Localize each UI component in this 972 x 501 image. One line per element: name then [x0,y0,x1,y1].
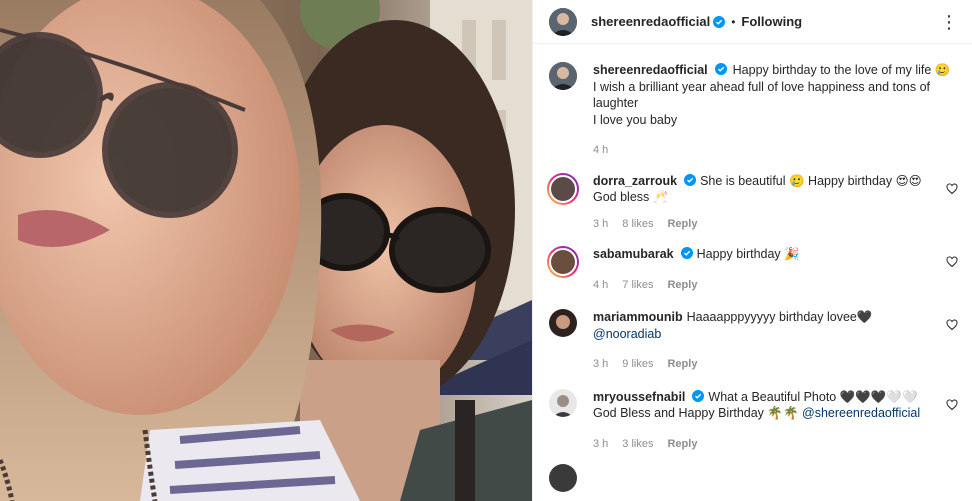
caption: shereenredaofficial Happy birthday to the… [549,62,958,159]
comment-likes[interactable]: 7 likes [622,277,653,294]
heart-icon[interactable] [946,398,958,411]
caption-line-3: I love you baby [593,112,678,127]
comment-text: Haaaapppyyyyy birthday lovee🖤 [686,310,873,324]
heart-icon[interactable] [946,256,958,268]
verified-badge-icon [713,15,726,28]
comment-item: dorra_zarrouk She is beautiful 🥲 Happy bi… [547,172,958,233]
post-photo[interactable] [0,0,532,501]
reply-button[interactable]: Reply [667,216,697,233]
caption-avatar[interactable] [549,62,577,90]
verified-badge-icon [692,389,705,402]
comments-panel: shereenredaofficial • Following ⋮ sheree… [532,0,972,501]
post-header: shereenredaofficial • Following ⋮ [533,0,972,44]
caption-line-1: Happy birthday to the love of my life 🥲 [732,63,951,77]
comment-mention-link[interactable]: @nooradiab [593,327,661,341]
separator-dot: • [731,14,736,29]
comment-username[interactable]: mryoussefnabil [593,390,685,404]
comments-list: shereenredaofficial Happy birthday to the… [533,44,972,492]
comment-item: mariammounib Haaaapppyyyyy birthday lovee… [549,309,958,373]
owner-username[interactable]: shereenredaofficial [591,14,710,29]
comment-time[interactable]: 3 h [593,436,608,453]
comment-mention-link[interactable]: @shereenredaofficial [802,406,920,420]
following-button[interactable]: Following [741,14,802,29]
commenter-avatar[interactable] [549,309,577,337]
verified-badge-icon [680,247,693,259]
owner-avatar[interactable] [549,7,577,36]
heart-icon[interactable] [946,319,958,331]
caption-time[interactable]: 4 h [593,142,608,159]
comment-username[interactable]: sabamubarak [593,247,674,261]
post-image [0,0,532,501]
comment-time[interactable]: 4 h [593,277,608,294]
commenter-avatar[interactable] [549,388,577,417]
reply-button[interactable]: Reply [667,356,697,373]
commenter-avatar[interactable] [547,172,579,205]
reply-button[interactable]: Reply [667,277,697,294]
commenter-avatar[interactable] [549,464,577,492]
commenter-avatar[interactable] [547,246,579,278]
comment-likes[interactable]: 8 likes [622,216,653,233]
caption-line-2: I wish a brilliant year ahead full of lo… [593,79,931,111]
comment-item: sabamubarak Happy birthday 🎉 4 h 7 likes … [547,246,958,294]
heart-icon[interactable] [946,182,958,195]
comment-username[interactable]: mariammounib [593,310,683,324]
caption-username[interactable]: shereenredaofficial [593,63,708,77]
reply-button[interactable]: Reply [667,436,697,453]
comment-username[interactable]: dorra_zarrouk [593,174,677,188]
comment-text: Happy birthday 🎉 [696,247,800,261]
comment-likes[interactable]: 3 likes [622,436,653,453]
comment-time[interactable]: 3 h [593,356,608,373]
comment-time[interactable]: 3 h [593,216,608,233]
verified-badge-icon [714,63,727,75]
more-horizontal-icon[interactable]: ⋮ [940,13,958,31]
verified-badge-icon [684,173,697,186]
comment-likes[interactable]: 9 likes [622,356,653,373]
comment-item: mryoussefnabil What a Beautiful Photo 🖤🖤🖤… [549,388,958,453]
